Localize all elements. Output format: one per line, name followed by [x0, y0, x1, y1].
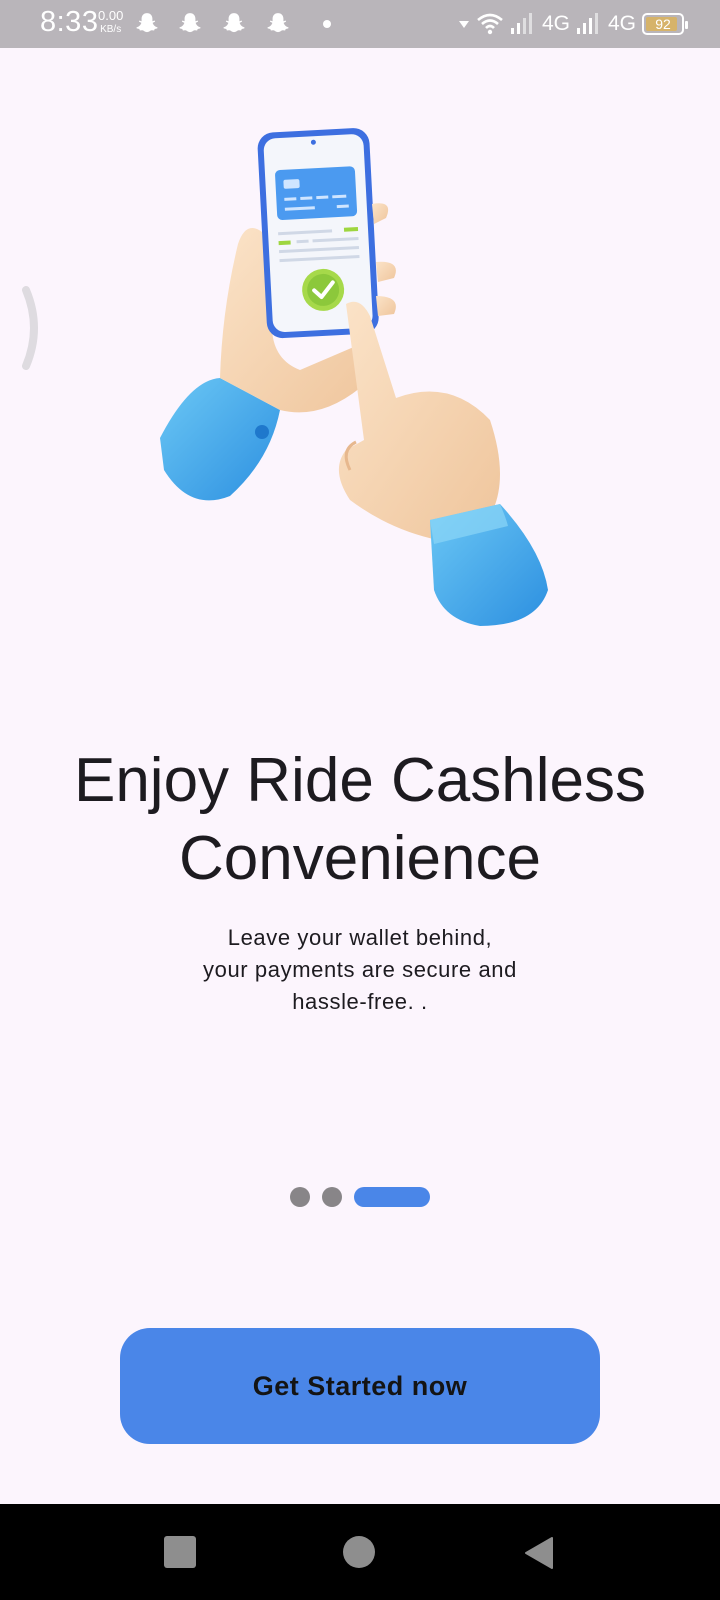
system-status: 4G 4G 92 — [458, 10, 688, 38]
data-arrow-icon — [458, 21, 469, 28]
get-started-button[interactable]: Get Started now — [120, 1328, 600, 1444]
network-type-2: 4G — [607, 12, 636, 35]
snapchat-icon — [267, 13, 289, 33]
snapchat-icon — [223, 13, 245, 33]
status-bar: 8:33 0.00 KB/s 4G 4G 92 — [0, 0, 720, 48]
onboarding-title: Enjoy Ride Cashless Convenience — [73, 746, 647, 893]
signal-icon — [576, 13, 598, 34]
status-time: 8:33 — [40, 6, 99, 38]
edge-panel-handle[interactable] — [18, 286, 44, 370]
more-notifications-dot — [323, 20, 331, 28]
battery-percentage: 92 — [655, 16, 671, 32]
snapchat-icon — [136, 13, 158, 33]
page-indicator — [290, 1187, 430, 1207]
network-type-1: 4G — [541, 12, 570, 35]
page-indicator-dot[interactable] — [290, 1187, 310, 1207]
home-icon[interactable] — [343, 1536, 375, 1568]
payment-illustration — [160, 128, 548, 626]
system-navigation-bar — [0, 1504, 720, 1600]
page-indicator-dot-active[interactable] — [354, 1187, 430, 1207]
network-speed: 0.00 KB/s — [98, 9, 123, 37]
snapchat-icon — [179, 13, 201, 33]
battery-icon: 92 — [642, 13, 688, 35]
recent-apps-icon[interactable] — [164, 1536, 196, 1568]
network-speed-unit: KB/s — [100, 24, 122, 35]
signal-icon — [510, 13, 532, 34]
back-icon[interactable] — [522, 1536, 556, 1570]
network-speed-value: 0.00 — [98, 8, 124, 23]
page-indicator-dot[interactable] — [322, 1187, 342, 1207]
wifi-icon — [477, 13, 503, 35]
onboarding-subtitle: Leave your wallet behind, your payments … — [203, 925, 517, 1014]
